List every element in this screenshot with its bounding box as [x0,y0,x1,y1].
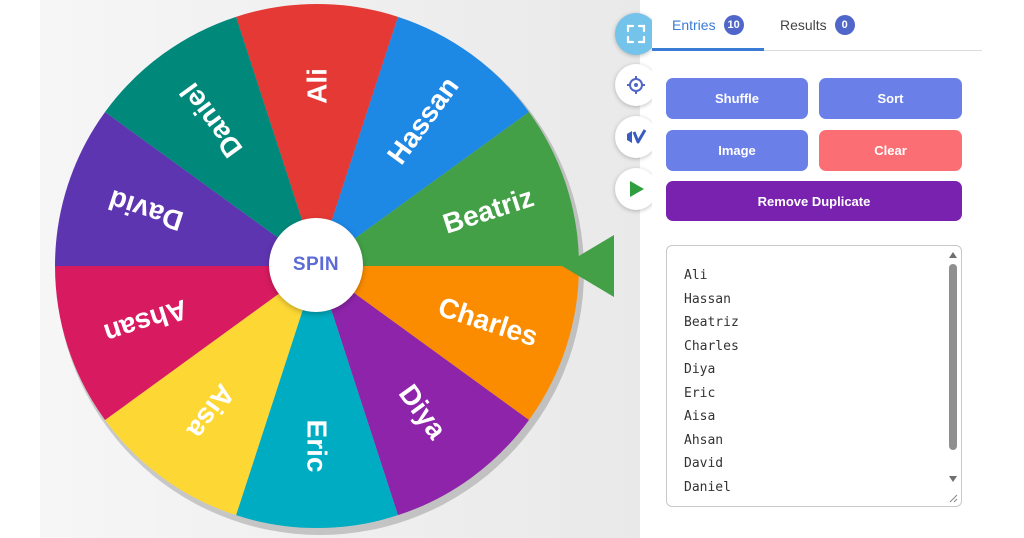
panel-tabs: Entries 10 Results 0 [652,0,982,51]
results-count-badge: 0 [834,15,855,35]
shuffle-button[interactable]: Shuffle [666,78,808,119]
tab-entries[interactable]: Entries 10 [672,0,744,50]
scroll-up-icon[interactable] [949,252,957,258]
scroll-down-icon[interactable] [949,476,957,482]
spin-button[interactable]: SPIN [269,218,363,312]
settings-button[interactable] [615,64,657,106]
image-button[interactable]: Image [666,130,808,171]
tab-results-label: Results [780,17,827,33]
entries-panel: Entries 10 Results 0 Shuffle Sort Image … [652,0,982,538]
play-button[interactable] [615,168,657,210]
entry-item: Diya [684,362,716,377]
tab-results[interactable]: Results 0 [780,0,855,50]
entry-item: Beatriz [684,315,739,330]
fullscreen-button[interactable] [615,13,657,55]
entry-item: Hassan [684,291,731,307]
clear-button[interactable]: Clear [819,130,962,171]
wheel-slice-label: Ali [302,68,333,104]
wheel-slice-label: Eric [302,420,333,473]
share-icon [627,129,647,144]
wheel-pointer [562,235,614,297]
entry-item: Aisa [684,409,716,424]
entries-count-badge: 10 [723,15,744,35]
sort-button[interactable]: Sort [819,78,962,119]
entries-list: Ali Hassan Beatriz Charles Diya Eric Aisa Ahsan… [684,264,739,499]
entry-item: Charles [684,338,739,354]
entry-item: Daniel [684,479,731,495]
resize-grip-icon[interactable] [948,493,958,503]
entry-item: David [684,456,724,471]
scroll-thumb[interactable] [949,264,957,450]
tab-entries-label: Entries [672,17,716,33]
active-tab-indicator [652,48,764,51]
entry-item: Ali [684,268,708,283]
entry-item: Ahsan [684,432,724,448]
entries-textarea[interactable]: Ali Hassan Beatriz Charles Diya Eric Aisa Ahsan… [666,245,962,507]
play-icon [630,181,644,197]
remove-duplicate-button[interactable]: Remove Duplicate [666,181,962,221]
settings-icon [627,76,645,94]
share-button[interactable] [615,116,657,158]
wheel-area: Ali Hassan Beatriz Charles Diya Eric Aisa Ahsan… [0,0,640,538]
entries-scrollbar[interactable] [947,250,959,498]
fullscreen-icon [626,24,646,44]
entry-item: Eric [684,385,716,401]
